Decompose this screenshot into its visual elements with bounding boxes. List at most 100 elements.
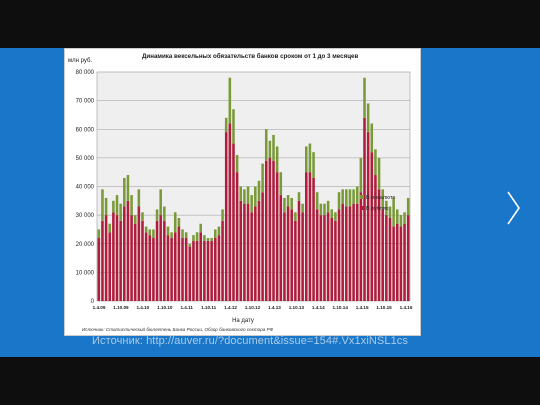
bar-fx xyxy=(115,195,119,216)
bar-rub xyxy=(144,232,148,301)
bar-fx xyxy=(112,200,115,213)
bar-fx xyxy=(283,197,286,213)
bar-fx xyxy=(228,77,232,124)
bar-rub xyxy=(188,246,192,301)
bar-fx xyxy=(195,232,199,241)
x-tick-label: 1.10.10 xyxy=(157,305,173,310)
bar-fx xyxy=(206,238,210,241)
bar-rub xyxy=(155,220,159,301)
bar-fx xyxy=(297,192,301,201)
bar-fx xyxy=(359,157,363,193)
bar-rub xyxy=(173,232,177,301)
bar-fx xyxy=(388,206,392,218)
bar-rub xyxy=(334,220,337,301)
bar-fx xyxy=(366,103,370,133)
bar-fx xyxy=(308,143,312,173)
bar-rub xyxy=(388,217,392,301)
x-tick-label: 1.4.09 xyxy=(93,305,106,310)
bar-rub xyxy=(319,215,323,301)
y-tick-label: 10 000 xyxy=(76,270,95,276)
bar-rub xyxy=(192,240,195,301)
bar-rub xyxy=(323,215,326,301)
bar-rub xyxy=(101,220,104,301)
x-tick-label: 1.4.13 xyxy=(268,305,281,310)
bar-rub xyxy=(104,215,108,301)
bar-fx xyxy=(221,209,224,221)
bar-fx xyxy=(235,155,239,173)
bar-fx xyxy=(104,197,108,216)
bar-rub xyxy=(301,212,304,301)
bar-fx xyxy=(352,189,355,204)
bar-fx xyxy=(148,229,152,236)
y-axis-label: млн руб. xyxy=(68,58,92,64)
bar-fx xyxy=(363,77,366,118)
bar-fx xyxy=(97,229,101,239)
bar-rub xyxy=(272,160,275,301)
bar-fx xyxy=(188,243,192,247)
bar-fx xyxy=(243,189,246,204)
chevron-right-icon[interactable] xyxy=(506,190,522,226)
bar-rub xyxy=(366,132,370,301)
bar-rub xyxy=(195,240,199,301)
bar-fx xyxy=(377,157,381,190)
bar-rub xyxy=(352,203,355,301)
bar-fx xyxy=(166,226,170,236)
bar-rub xyxy=(199,232,203,301)
bar-rub xyxy=(374,175,377,301)
bar-rub xyxy=(130,215,133,301)
x-tick-label: 1.4.16 xyxy=(400,305,413,310)
bar-fx xyxy=(130,195,133,216)
chart-title: Динамика вексельных обязательств банков … xyxy=(142,53,358,60)
bar-fx xyxy=(345,189,348,207)
bar-fx xyxy=(406,197,410,216)
bar-rub xyxy=(166,235,170,301)
bar-fx xyxy=(337,192,341,210)
bar-fx xyxy=(374,149,377,176)
bar-rub xyxy=(268,157,272,301)
bar-fx xyxy=(403,212,406,224)
bar-fx xyxy=(290,197,293,210)
bar-fx xyxy=(137,189,141,207)
bar-fx xyxy=(101,189,104,221)
bar-fx xyxy=(279,172,283,196)
bar-rub xyxy=(217,235,221,301)
bar-rub xyxy=(304,172,308,301)
bar-fx xyxy=(155,209,159,221)
bar-rub xyxy=(239,200,243,301)
bar-rub xyxy=(392,226,395,301)
bar-fx xyxy=(163,206,166,221)
bar-rub xyxy=(119,220,122,301)
bar-rub xyxy=(283,212,286,301)
bar-rub xyxy=(108,232,112,301)
x-tick-label: 1.4.14 xyxy=(312,305,325,310)
bar-fx xyxy=(181,229,184,239)
bar-rub xyxy=(184,238,188,301)
bar-rub xyxy=(294,220,297,301)
bar-rub xyxy=(214,238,217,301)
bar-rub xyxy=(177,226,181,301)
bar-rub xyxy=(250,212,253,301)
bar-rub xyxy=(126,200,130,301)
bar-fx xyxy=(239,186,243,201)
bar-rub xyxy=(399,226,403,301)
x-tick-label: 1.4.10 xyxy=(136,305,149,310)
bar-rub xyxy=(297,200,301,301)
bar-rub xyxy=(261,192,264,301)
bar-rub xyxy=(403,223,406,301)
bar-fx xyxy=(199,223,203,233)
bar-rub xyxy=(315,209,319,301)
bar-rub xyxy=(97,238,101,301)
bar-rub xyxy=(312,177,315,301)
x-tick-label: 1.10.11 xyxy=(201,305,217,310)
source-caption[interactable]: Источник: http://auver.ru/?document&issu… xyxy=(92,335,408,347)
bar-rub xyxy=(406,215,410,301)
bar-rub xyxy=(235,172,239,301)
bar-fx xyxy=(275,146,279,173)
bar-fx xyxy=(315,192,319,210)
bar-rub xyxy=(170,238,173,301)
x-tick-label: 1.10.13 xyxy=(289,305,305,310)
bar-fx xyxy=(323,203,326,216)
bar-fx xyxy=(334,212,337,221)
y-tick-label: 60 000 xyxy=(76,127,95,133)
bar-fx xyxy=(286,195,290,207)
